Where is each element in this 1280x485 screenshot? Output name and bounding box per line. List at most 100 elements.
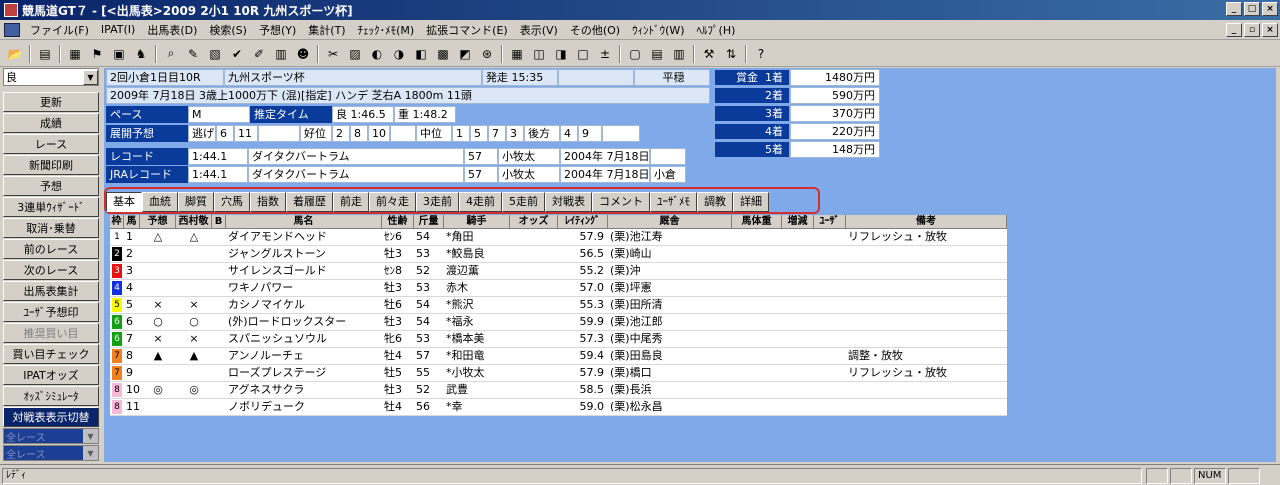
trifecta-wizard-button[interactable]: 3連単ｳｨｻﾞｰﾄﾞ: [3, 197, 99, 217]
menu-tally[interactable]: 集計(T): [302, 22, 351, 38]
pencil-icon[interactable]: ✐: [250, 45, 268, 63]
table-row[interactable]: 2 2 ジャングルストーン 牡3 53 *鮫島良 56.5 (栗)崎山: [110, 246, 1007, 263]
tab-running-style[interactable]: 脚質: [178, 192, 214, 212]
jockey-icon[interactable]: ☻: [294, 45, 312, 63]
doc2-icon[interactable]: ▥: [670, 45, 688, 63]
chevron-down-icon[interactable]: ▼: [83, 446, 98, 460]
note-icon[interactable]: ▧: [206, 45, 224, 63]
document-icon[interactable]: [4, 22, 20, 37]
menu-shutsubahyo[interactable]: 出馬表(D): [141, 22, 203, 38]
col-odds[interactable]: オッズ: [510, 215, 558, 229]
window2-icon[interactable]: ◨: [552, 45, 570, 63]
table-icon[interactable]: ▩: [434, 45, 452, 63]
tab-pedigree[interactable]: 血統: [142, 192, 178, 212]
mdi-close-button[interactable]: ×: [1262, 23, 1278, 37]
next-race-button[interactable]: 次のレース: [3, 260, 99, 280]
tab-finish-history[interactable]: 着履歴: [286, 192, 333, 212]
tab-two-races-ago[interactable]: 前々走: [369, 192, 416, 212]
col-change[interactable]: 増減: [782, 215, 814, 229]
col-stable[interactable]: 厩舎: [608, 215, 732, 229]
tab-matchup[interactable]: 対戦表: [545, 192, 592, 212]
menu-check-memo[interactable]: ﾁｪｯｸ･ﾒﾓ(M): [352, 22, 421, 38]
doc-icon[interactable]: ▤: [648, 45, 666, 63]
menu-ipat[interactable]: IPAT(I): [95, 23, 141, 36]
help-icon[interactable]: ?: [752, 45, 770, 63]
col-nishimura[interactable]: 西村敬: [176, 215, 212, 229]
mdi-minimize-button[interactable]: _: [1226, 23, 1242, 37]
col-sex-age[interactable]: 性齢: [382, 215, 414, 229]
menu-file[interactable]: ファイル(F): [24, 22, 95, 38]
race-button[interactable]: レース: [3, 134, 99, 154]
plus-icon[interactable]: ±: [596, 45, 614, 63]
tool-icon[interactable]: ⚒: [700, 45, 718, 63]
table-row[interactable]: 8 10 ◎ ◎ アグネスサクラ 牡3 52 武豊 58.5 (栗)長浜: [110, 382, 1007, 399]
close-button[interactable]: ×: [1262, 2, 1278, 16]
book-icon[interactable]: ▥: [272, 45, 290, 63]
sheet-icon[interactable]: ▢: [626, 45, 644, 63]
col-weight[interactable]: 斤量: [414, 215, 444, 229]
tab-user-memo[interactable]: ﾕｰｻﾞﾒﾓ: [650, 192, 697, 212]
bet-check-button[interactable]: 買い目チェック: [3, 344, 99, 364]
graph-icon[interactable]: ◐: [368, 45, 386, 63]
table-row[interactable]: 6 7 × × スパニッシュソウル 牝6 53 *橋本美 57.3 (栗)中尾秀: [110, 331, 1007, 348]
grid-icon[interactable]: ▦: [508, 45, 526, 63]
col-jockey[interactable]: 騎手: [444, 215, 510, 229]
scratch-change-button[interactable]: 取消･乗替: [3, 218, 99, 238]
table-row[interactable]: 6 6 ○ ○ (外)ロードロックスター 牡3 54 *福永 59.9 (栗)池江郎: [110, 314, 1007, 331]
chart-icon[interactable]: ◑: [390, 45, 408, 63]
check-icon[interactable]: ✔: [228, 45, 246, 63]
maximize-button[interactable]: □: [1244, 2, 1260, 16]
col-user[interactable]: ﾕｰｻﾞ: [814, 215, 846, 229]
menu-view[interactable]: 表示(V): [514, 22, 564, 38]
menu-other[interactable]: その他(O): [564, 22, 626, 38]
odds-simulator-button[interactable]: ｵｯｽﾞｼﾐｭﾚｰﾀ: [3, 386, 99, 406]
table-row[interactable]: 8 11 ノボリデューク 牡4 56 *幸 59.0 (栗)松永昌: [110, 399, 1007, 416]
table-row[interactable]: 7 8 ▲ ▲ アンノルーチェ 牡4 57 *和田竜 59.4 (栗)田島良 調整・放牧: [110, 348, 1007, 365]
window3-icon[interactable]: □: [574, 45, 592, 63]
chevron-down-icon[interactable]: ▼: [83, 429, 98, 443]
col-b[interactable]: B: [212, 215, 226, 229]
tab-three-races-ago[interactable]: 3走前: [416, 192, 459, 212]
tab-comment[interactable]: コメント: [592, 192, 650, 212]
memo-icon[interactable]: ◩: [456, 45, 474, 63]
print-icon[interactable]: ▤: [36, 45, 54, 63]
tab-basic[interactable]: 基本: [106, 192, 142, 212]
open-icon[interactable]: 📂: [6, 45, 24, 63]
matchup-toggle-button[interactable]: 対戦表表示切替: [3, 407, 99, 427]
search-icon[interactable]: ⌕: [162, 45, 180, 63]
mark-icon[interactable]: ⊛: [478, 45, 496, 63]
table-row[interactable]: 3 3 サイレンスゴールド ｾﾝ8 52 渡辺薫 55.2 (栗)沖: [110, 263, 1007, 280]
tab-five-races-ago[interactable]: 5走前: [502, 192, 545, 212]
tab-details[interactable]: 詳細: [733, 192, 769, 212]
col-yoso[interactable]: 予想: [140, 215, 176, 229]
tab-four-races-ago[interactable]: 4走前: [459, 192, 502, 212]
menu-extension[interactable]: 拡張コマンド(E): [420, 22, 514, 38]
user-mark-button[interactable]: ﾕｰｻﾞ予想印: [3, 302, 99, 322]
table-row[interactable]: 4 4 ワキノパワー 牡3 53 赤木 57.0 (栗)坪憲: [110, 280, 1007, 297]
condition-select[interactable]: 良 ▼: [3, 68, 99, 86]
chevron-down-icon[interactable]: ▼: [83, 69, 98, 85]
menu-yoso[interactable]: 予想(Y): [253, 22, 302, 38]
table-row[interactable]: 7 9 ローズプレステージ 牡5 55 *小牧太 57.9 (栗)橋口 リフレッシュ・放牧: [110, 365, 1007, 382]
list-icon[interactable]: ▦: [66, 45, 84, 63]
ipat-odds-button[interactable]: IPATオッズ: [3, 365, 99, 385]
menu-search[interactable]: 検索(S): [203, 22, 253, 38]
results-button[interactable]: 成績: [3, 113, 99, 133]
tab-index[interactable]: 指数: [250, 192, 286, 212]
window-icon[interactable]: ◫: [530, 45, 548, 63]
yoso-button[interactable]: 予想: [3, 176, 99, 196]
tab-last-race[interactable]: 前走: [333, 192, 369, 212]
col-body-weight[interactable]: 馬体重: [732, 215, 782, 229]
edit-icon[interactable]: ✎: [184, 45, 202, 63]
minimize-button[interactable]: _: [1226, 2, 1242, 16]
race-filter-select-2[interactable]: 全レース ▼: [3, 445, 99, 461]
stats-icon[interactable]: ▨: [346, 45, 364, 63]
menu-help[interactable]: ﾍﾙﾌﾟ(H): [691, 22, 742, 38]
horse-icon[interactable]: ♞: [132, 45, 150, 63]
newspaper-print-button[interactable]: 新聞印刷: [3, 155, 99, 175]
trainer-icon[interactable]: ✂: [324, 45, 342, 63]
entry-tally-button[interactable]: 出馬表集計: [3, 281, 99, 301]
sort-icon[interactable]: ⇅: [722, 45, 740, 63]
col-waku[interactable]: 枠: [110, 215, 124, 229]
col-notes[interactable]: 備考: [846, 215, 1007, 229]
